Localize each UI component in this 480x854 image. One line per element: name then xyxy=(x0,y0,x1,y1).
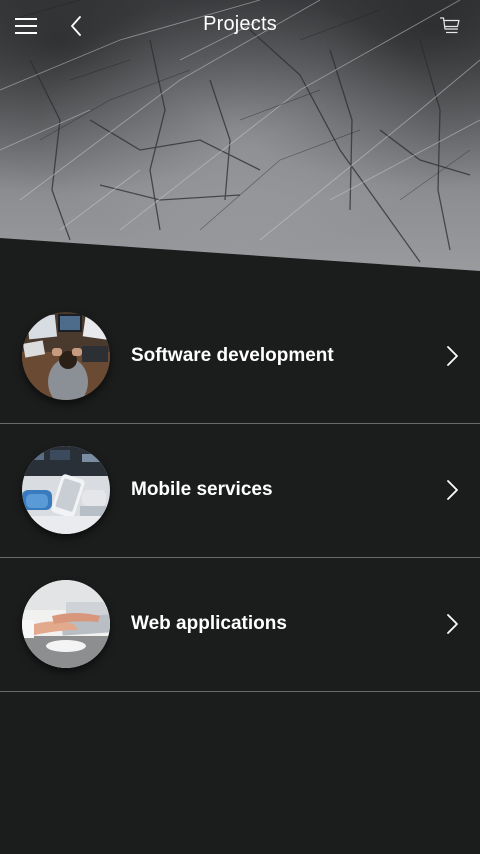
header-banner: Projects xyxy=(0,0,480,271)
projects-list: Software development Mobile services Web… xyxy=(0,290,480,692)
software-development-thumbnail xyxy=(22,312,110,400)
list-item-label: Mobile services xyxy=(131,479,273,500)
back-chevron-icon[interactable] xyxy=(62,12,90,40)
web-applications-thumbnail xyxy=(22,580,110,668)
top-navigation-bar: Projects xyxy=(0,0,480,52)
list-item-mobile-services[interactable]: Mobile services xyxy=(0,424,480,558)
chevron-right-icon xyxy=(447,480,458,500)
mobile-services-thumbnail xyxy=(22,446,110,534)
hamburger-menu-icon[interactable] xyxy=(12,12,40,40)
list-item-label: Software development xyxy=(131,345,334,366)
list-item-label: Web applications xyxy=(131,613,287,634)
chevron-right-icon xyxy=(447,346,458,366)
shopping-cart-icon[interactable] xyxy=(436,12,464,40)
list-item-web-applications[interactable]: Web applications xyxy=(0,558,480,692)
list-item-software-development[interactable]: Software development xyxy=(0,290,480,424)
chevron-right-icon xyxy=(447,614,458,634)
